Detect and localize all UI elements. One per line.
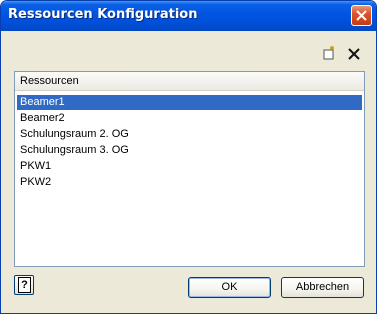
help-icon: ? <box>18 277 31 293</box>
new-item-button[interactable] <box>321 45 337 61</box>
close-icon <box>356 10 367 21</box>
close-button[interactable] <box>351 5 372 26</box>
list-header[interactable]: Ressourcen <box>15 72 364 91</box>
list-item[interactable]: Schulungsraum 3. OG <box>17 143 362 158</box>
window-title: Ressourcen Konfiguration <box>8 7 198 22</box>
resource-list[interactable]: Ressourcen Beamer1 Beamer2 Schulungsraum… <box>14 71 365 267</box>
delete-button[interactable] <box>347 46 363 62</box>
new-item-icon <box>323 46 334 60</box>
column-header-ressourcen: Ressourcen <box>20 75 79 87</box>
dialog-window: Ressourcen Konfiguration Ressourcen Beam… <box>0 0 377 314</box>
ok-button[interactable]: OK <box>188 277 271 298</box>
list-item[interactable]: PKW2 <box>17 175 362 190</box>
cancel-button[interactable]: Abbrechen <box>281 277 364 298</box>
delete-icon <box>348 48 360 60</box>
list-item[interactable]: Beamer2 <box>17 111 362 126</box>
list-item[interactable]: Schulungsraum 2. OG <box>17 127 362 142</box>
list-item[interactable]: Beamer1 <box>17 95 362 110</box>
list-item[interactable]: PKW1 <box>17 159 362 174</box>
title-bar[interactable]: Ressourcen Konfiguration <box>1 1 376 31</box>
help-button[interactable]: ? <box>14 275 34 295</box>
